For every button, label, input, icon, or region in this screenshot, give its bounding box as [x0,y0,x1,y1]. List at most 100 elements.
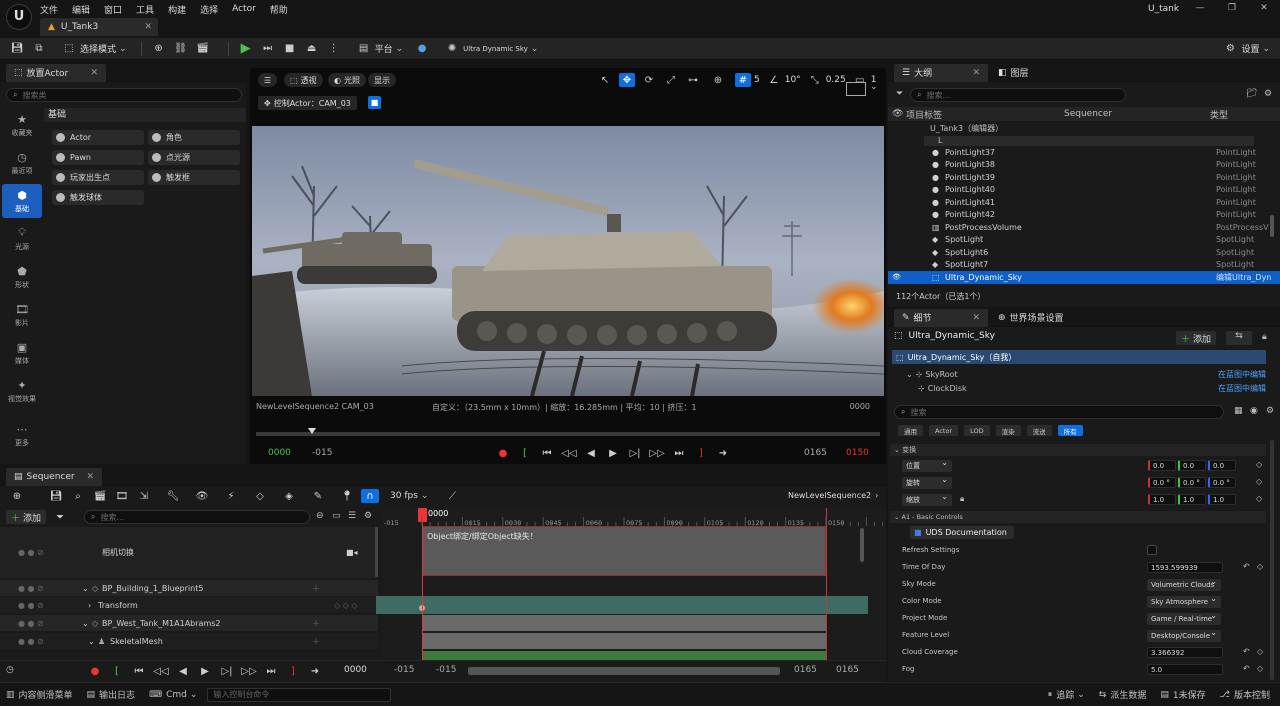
output-log-button[interactable]: ▤ 输出日志 [87,688,136,702]
viewport-menu-button[interactable]: ☰ [258,73,278,87]
location-y-field[interactable]: 0.0 [1178,460,1206,471]
scale-x-field[interactable]: 1.0 [1148,494,1176,505]
menu-tools[interactable]: 工具 [136,3,154,16]
filter-icon[interactable]: ⏷ [52,510,68,524]
clock-icon[interactable]: ◷ [6,665,14,675]
details-scrollbar[interactable] [1270,440,1274,680]
add-component-button[interactable]: ＋添加 [1176,331,1217,345]
list-icon[interactable]: ☰ [348,511,356,521]
basic-controls-section-header[interactable]: ⌄ A1 - Basic Controls [890,511,1266,523]
keyframe-nav-icons[interactable]: ◇ ◇ ◇ [334,601,358,610]
filter-all[interactable]: 所有 [1057,425,1083,436]
scale-snap-icon[interactable]: ⤡ [807,73,823,87]
outliner-row[interactable]: ● PointLight42 PointLight [888,209,1280,222]
view-end-field[interactable]: 0165 [794,665,817,675]
view-end-time[interactable]: 0165 [804,448,827,458]
actor-item-trigger-box[interactable]: 触发框 [148,170,240,185]
outliner-folder[interactable]: L [924,136,1254,146]
menu-file[interactable]: 文件 [40,3,58,16]
category-basic[interactable]: ⬢ 基础 [2,184,42,218]
outliner-row[interactable]: ● PointLight39 PointLight [888,171,1280,184]
outliner-root[interactable]: U_Tank3（编辑器） [930,123,1003,134]
plus-icon[interactable]: ＋ [312,618,320,629]
export-icon[interactable]: ⇲ [136,489,152,503]
close-window-icon[interactable]: ✕ [1248,3,1280,13]
play-icon[interactable]: ▶ [605,446,621,460]
blueprint-icon[interactable]: ⛓ [173,42,189,56]
category-vfx[interactable]: ✦ 视觉效果 [2,374,42,408]
lock-icon[interactable]: 🔒︎ [1262,332,1267,342]
skip-forward-icon[interactable]: ⏭ [263,664,279,678]
maximize-icon[interactable]: ❐ [1216,3,1248,13]
eject-icon[interactable]: ⏏ [304,42,320,56]
step-forward-icon[interactable]: ▷| [627,446,643,460]
stop-icon[interactable]: ■ [282,42,298,56]
unsaved-button[interactable]: ▤ 1未保存 [1160,688,1205,702]
console-input[interactable]: 输入控制台命令 [207,687,392,702]
outliner-row[interactable]: ◆ SpotLight SpotLight [888,234,1280,247]
sequencer-tab[interactable]: ▤ Sequencer ✕ [6,467,102,486]
settings-icon[interactable]: ⚙ [1266,406,1274,416]
property-number-field[interactable]: 5.0 [1147,664,1223,675]
pin-icon[interactable]: 📍︎ [339,489,355,503]
step-back-key-icon[interactable]: ◁◁ [153,664,169,678]
column-label[interactable]: 项目标签 [906,108,942,121]
end-bracket-icon[interactable]: ] [693,446,709,460]
track-tank[interactable]: ● ● ⊘ ⌄ ◇ BP_West_Tank_M1A1Abrams2 ＋ [0,615,378,631]
reset-diamond-icon[interactable]: ◇ [1256,477,1262,486]
globe-icon[interactable]: ● [414,42,430,56]
visibility-icon[interactable]: 👁︎ [892,109,903,119]
cmd-dropdown[interactable]: ⌨︎ Cmd ⌄ [149,690,197,700]
property-dropdown[interactable]: Game / Real-time [1147,611,1221,625]
minus-icon[interactable]: ⊖ [316,511,324,521]
tools-icon[interactable]: 🔧︎ [165,489,181,503]
menu-build[interactable]: 构建 [168,3,186,16]
outliner-row[interactable]: ◆ SpotLight7 SpotLight [888,259,1280,272]
reset-diamond-icon[interactable]: ◇ [1256,460,1262,469]
rotation-y-field[interactable]: 0.0 ° [1178,477,1206,488]
mode-selector[interactable]: ⬚ 选择模式 ⌄ [58,38,126,60]
filter-general[interactable]: 通用 [898,425,923,436]
skip-forward-icon[interactable]: ⏭ [671,446,687,460]
details-tab[interactable]: ✎ 细节 ✕ [894,308,988,327]
refresh-settings-checkbox[interactable] [1147,545,1157,555]
timeline-area[interactable]: Object绑定/绑定Object缺失！ 0000 [376,508,886,660]
playhead-line[interactable] [422,508,423,660]
filter-icon[interactable]: ⏷ [896,89,903,99]
actor-item-player-start[interactable]: 玩家出生点 [52,170,144,185]
viewport-scrubber[interactable] [256,428,880,436]
filter-lod[interactable]: LOD [964,425,990,436]
loop-icon[interactable]: ➜ [307,664,323,678]
playhead-icon[interactable] [308,428,316,434]
keyframe-icon[interactable]: ◇ [1257,647,1263,656]
category-lights[interactable]: 💡︎ 光源 [2,222,42,256]
category-recent[interactable]: ◷ 最近项 [2,146,42,180]
mesh-section[interactable] [422,633,826,649]
category-shapes[interactable]: ⬟ 形状 [2,260,42,294]
category-favorites[interactable]: ★ 收藏夹 [2,108,42,142]
step-back-key-icon[interactable]: ◁◁ [561,446,577,460]
track-list-scrollbar[interactable] [375,527,378,577]
end-bracket-icon[interactable]: ] [285,664,301,678]
world-settings-tab[interactable]: ⊕ 世界场景设置 [998,311,1064,325]
settings-icon[interactable]: ⚙ [1264,89,1272,99]
key-interp-icon[interactable]: ◈ [281,489,297,503]
settings-button[interactable]: ⚙ 设置 ⌄ [1219,38,1270,60]
platform-button[interactable]: ▤ 平台 ⌄ [353,38,403,60]
transform-section-header[interactable]: ⌄ 变换 [890,444,1266,456]
keyframe-icon[interactable]: ◇ [1257,562,1263,571]
expand-icon[interactable]: ▭ [332,511,341,521]
scale-z-field[interactable]: 1.0 [1208,494,1236,505]
actor-item-point-light[interactable]: 点光源 [148,150,240,165]
actor-item-actor[interactable]: Actor [52,130,144,145]
folder-add-icon[interactable]: 📁︎ [1246,89,1257,99]
fps-dropdown[interactable]: 30 fps [390,491,418,501]
camera-icon[interactable]: ■◂ [346,548,358,557]
location-dropdown[interactable]: 位置 [902,458,952,472]
source-control-icon[interactable]: ⧉ [31,42,47,56]
cinematic-camera-view[interactable] [252,126,884,396]
scale-dropdown[interactable]: 缩放 [902,492,952,506]
actor-item-pawn[interactable]: Pawn [52,150,144,165]
sky-button[interactable]: ✺ Ultra Dynamic Sky ⌄ [441,38,538,60]
play-icon[interactable]: ▶ [238,41,254,56]
